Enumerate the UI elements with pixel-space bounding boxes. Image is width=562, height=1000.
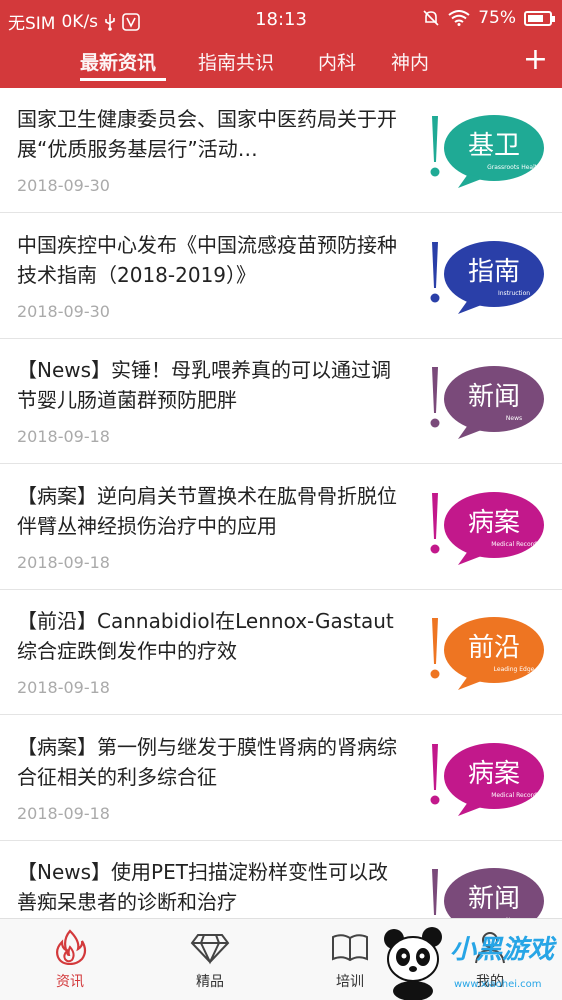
category-badge-icon: 指南 Instruction — [430, 240, 544, 314]
watermark-url: www.xiaohei.com — [454, 979, 542, 990]
article-date: 2018-09-18 — [17, 552, 110, 572]
article-title: 【病案】逆向肩关节置换术在肱骨骨折脱位伴臂丛神经损伤治疗中的应用 — [17, 483, 397, 538]
tab-latest-news[interactable]: 最新资讯 — [80, 48, 156, 75]
article-title: 国家卫生健康委员会、国家中医药局关于开展“优质服务基层行”活动… — [17, 107, 397, 161]
book-icon — [332, 934, 368, 962]
flame-icon — [56, 929, 87, 965]
category-tabs: 最新资讯 指南共识 内科 神内 + — [0, 44, 562, 88]
category-badge-icon: 新闻 News — [430, 366, 544, 439]
top-bar: 无SIM 0K/s 18:13 75% 最新资讯 指南共识 内科 神内 + — [0, 0, 562, 88]
badge-label: 新闻 — [468, 884, 520, 914]
nav-premium[interactable]: 精品 — [140, 919, 280, 1000]
article-item[interactable]: 【病案】第一例与继发于膜性肾病的肾病综合征相关的利多综合征 2018-09-18 病… — [0, 715, 562, 841]
watermark: 小黑游戏 www.xiaohei.com — [380, 925, 562, 1000]
badge-label: 前沿 — [468, 633, 520, 663]
article-title: 【前沿】Cannabidiol在Lennox-Gastaut综合症跌倒发作中的疗… — [17, 609, 394, 663]
article-title: 中国疾控中心发布《中国流感疫苗预防接种技术指南（2018-2019）》 — [17, 232, 397, 287]
tab-neurology[interactable]: 神内 — [391, 48, 429, 75]
article-item[interactable]: 【News】使用PET扫描淀粉样变性可以改善痴呆患者的诊断和治疗新闻News — [0, 841, 562, 918]
category-badge-icon: 基卫 Grassroots Health — [430, 115, 544, 188]
battery-icon — [524, 10, 555, 26]
article-list: 国家卫生健康委员会、国家中医药局关于开展“优质服务基层行”活动… 2018-09-… — [0, 88, 562, 918]
nav-premium-label: 精品 — [196, 974, 224, 990]
badge-sublabel: Medical Record — [491, 792, 537, 799]
article-title: 【News】使用PET扫描淀粉样变性可以改善痴呆患者的诊断和治疗 — [17, 860, 388, 914]
wifi-icon — [448, 10, 470, 26]
badge-label: 基卫 — [468, 131, 520, 161]
diamond-icon — [190, 934, 230, 965]
status-bar: 无SIM 0K/s 18:13 75% — [0, 0, 562, 38]
badge-sublabel: Grassroots Health — [487, 164, 541, 171]
panda-mascot-icon — [384, 927, 442, 1000]
tab-guidelines[interactable]: 指南共识 — [198, 48, 274, 75]
article-date: 2018-09-18 — [17, 427, 110, 446]
active-tab-indicator — [80, 78, 166, 81]
badge-label: 病案 — [468, 759, 520, 789]
article-date: 2018-09-18 — [17, 678, 110, 697]
add-tab-button[interactable]: + — [523, 45, 548, 75]
article-item[interactable]: 【前沿】Cannabidiol在Lennox-Gastaut综合症跌倒发作中的疗… — [0, 590, 562, 715]
badge-label: 新闻 — [468, 382, 520, 412]
article-title: 【病案】第一例与继发于膜性肾病的肾病综合征相关的利多综合征 — [17, 734, 397, 789]
article-item[interactable]: 国家卫生健康委员会、国家中医药局关于开展“优质服务基层行”活动… 2018-09-… — [0, 88, 562, 213]
badge-sublabel: Medical Record — [491, 541, 537, 548]
nav-news-label: 资讯 — [56, 974, 84, 990]
nav-news[interactable]: 资讯 — [0, 919, 140, 1000]
mute-bell-icon — [423, 10, 439, 26]
battery-percent: 75% — [478, 8, 516, 28]
category-badge-icon: 病案 Medical Record — [430, 742, 544, 816]
article-item[interactable]: 中国疾控中心发布《中国流感疫苗预防接种技术指南（2018-2019）》 2018-… — [0, 213, 562, 339]
category-badge-icon: 新闻News — [432, 868, 544, 918]
badge-sublabel: News — [506, 415, 522, 422]
tab-internal-medicine[interactable]: 内科 — [318, 48, 356, 75]
watermark-text: 小黑游戏 — [450, 935, 555, 965]
category-badge-icon: 前沿 Leading Edge — [430, 617, 544, 690]
category-badge-icon: 病案 Medical Record — [430, 491, 544, 565]
badge-label: 指南 — [468, 257, 520, 287]
article-date: 2018-09-30 — [17, 301, 110, 321]
article-date: 2018-09-18 — [17, 803, 110, 823]
article-item[interactable]: 【News】实锤！母乳喂养真的可以通过调节婴儿肠道菌群预防肥胖 2018-09-1… — [0, 339, 562, 464]
article-date: 2018-09-30 — [17, 176, 110, 195]
badge-label: 病案 — [468, 508, 520, 538]
article-item[interactable]: 【病案】逆向肩关节置换术在肱骨骨折脱位伴臂丛神经损伤治疗中的应用 2018-09-… — [0, 464, 562, 590]
article-title: 【News】实锤！母乳喂养真的可以通过调节婴儿肠道菌群预防肥胖 — [17, 358, 392, 412]
badge-sublabel: Leading Edge — [494, 666, 535, 673]
badge-sublabel: Instruction — [498, 290, 530, 297]
